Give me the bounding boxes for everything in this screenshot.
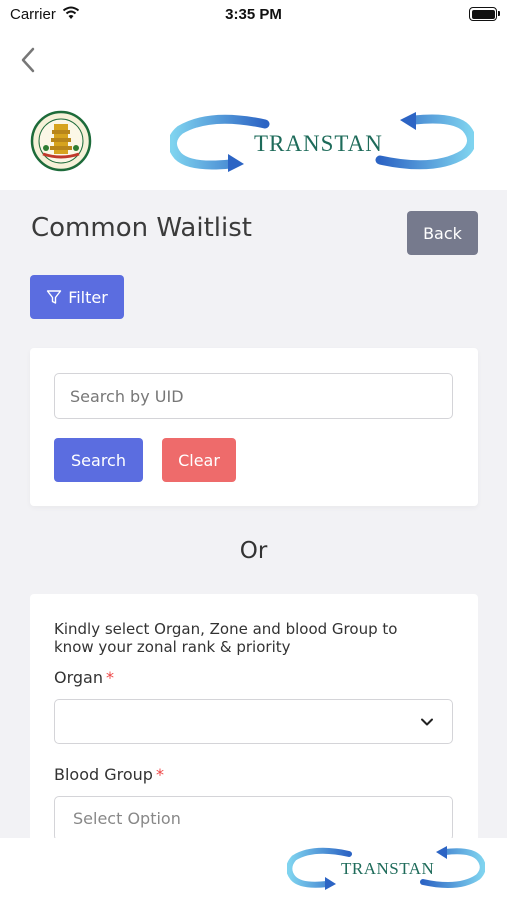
- or-divider: Or: [239, 538, 268, 564]
- search-button[interactable]: Search: [54, 438, 143, 482]
- instruction-text: Kindly select Organ, Zone and blood Grou…: [54, 620, 398, 656]
- clear-button[interactable]: Clear: [162, 438, 236, 482]
- blood-group-label: Blood Group *: [54, 765, 164, 784]
- battery-icon: [469, 7, 500, 21]
- organ-select[interactable]: [54, 699, 453, 744]
- transtan-footer-logo: TRANSTAN: [287, 846, 485, 890]
- filter-button[interactable]: Filter: [30, 275, 124, 319]
- app-header: TRANSTAN: [0, 30, 507, 190]
- funnel-icon: [46, 290, 62, 304]
- blood-group-label-text: Blood Group: [54, 765, 153, 784]
- back-button[interactable]: Back: [407, 211, 478, 255]
- required-marker: *: [155, 765, 164, 784]
- tamil-nadu-emblem-icon: [30, 110, 92, 172]
- blood-group-select[interactable]: Select Option: [54, 796, 453, 841]
- page-title: Common Waitlist: [31, 213, 252, 243]
- required-marker: *: [106, 668, 114, 687]
- footer-logo-text: TRANSTAN: [341, 859, 434, 878]
- organ-label: Organ *: [54, 668, 114, 687]
- transtan-logo: TRANSTAN: [170, 112, 474, 172]
- uid-search-card: Search Clear: [30, 348, 478, 506]
- chevron-left-icon[interactable]: [16, 44, 44, 76]
- organ-selection-card: Kindly select Organ, Zone and blood Grou…: [30, 594, 478, 854]
- chevron-down-icon: [421, 718, 433, 726]
- logo-text: TRANSTAN: [254, 131, 383, 156]
- clock-time: 3:35 PM: [225, 6, 282, 23]
- uid-search-input[interactable]: [54, 373, 453, 419]
- footer: TRANSTAN: [0, 838, 507, 900]
- status-bar: Carrier 3:35 PM: [0, 0, 507, 30]
- organ-label-text: Organ: [54, 668, 103, 687]
- filter-label: Filter: [68, 287, 108, 307]
